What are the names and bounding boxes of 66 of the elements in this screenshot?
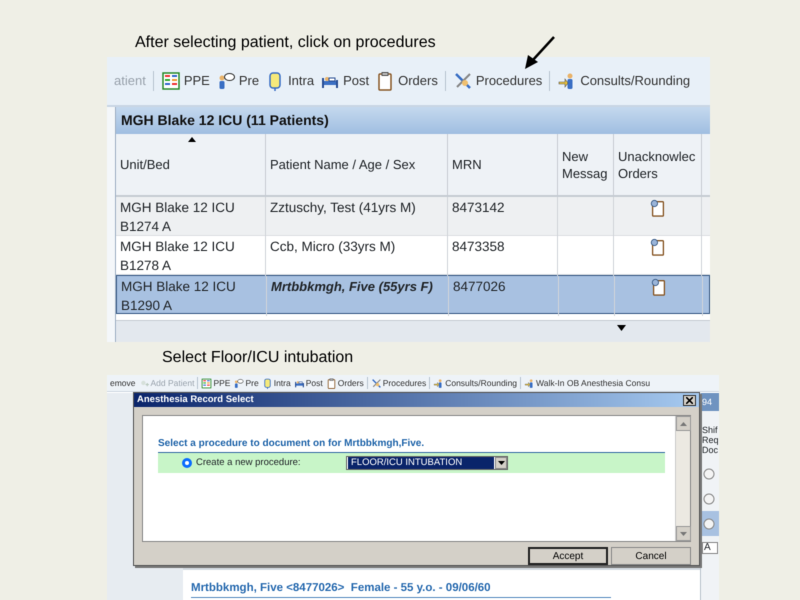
scroll-down-button[interactable] — [676, 526, 691, 541]
toolbar-button[interactable]: Pre — [214, 71, 262, 91]
radio-icon — [703, 492, 715, 504]
caret-icon — [498, 461, 504, 465]
scroll-up-button[interactable] — [676, 416, 691, 431]
patient-banner: Mrtbbkmgh, Five <8477026> Female - 55 y.o. - 09/06/60 — [191, 580, 611, 598]
toolbar-button[interactable]: Pre — [232, 376, 260, 390]
table-row[interactable]: MGH Blake 12 ICU B1278 A Ccb, Micro (33yrs M) 8473358 — [116, 236, 710, 275]
column-text: 94 — [702, 397, 712, 407]
toolbar-button[interactable]: PPE — [200, 376, 232, 390]
sort-icon — [188, 137, 196, 142]
person-icon — [433, 378, 444, 388]
toolbar-button[interactable]: Orders — [324, 376, 365, 390]
clipboard-icon — [648, 238, 666, 256]
tools-icon — [452, 71, 473, 91]
column-header[interactable]: New Messag — [558, 134, 614, 195]
grid-icon — [160, 71, 181, 91]
toolbar-button[interactable]: Walk-In OB Anesthesia Consu — [523, 376, 652, 390]
toolbar-button[interactable]: Post — [292, 376, 324, 390]
input-field[interactable]: A — [702, 542, 718, 554]
toolbar-button[interactable]: Post — [318, 71, 372, 91]
table-row[interactable]: MGH Blake 12 ICU B1274 A Zztuschy, Test (41yrs M) 8473142 — [116, 197, 710, 236]
clipboard-icon — [650, 278, 668, 296]
column-text: Doc — [702, 445, 718, 455]
toolbar-button[interactable]: PPE — [158, 71, 212, 91]
toolbar-button[interactable]: Procedures — [370, 376, 428, 390]
grid-title: MGH Blake 12 ICU (11 Patients) — [116, 107, 710, 134]
toolbar-button[interactable]: Consults/Rounding — [432, 376, 518, 390]
toolbar-button[interactable]: Procedures — [450, 71, 544, 91]
caption-text: Select Floor/ICU intubation — [162, 348, 354, 368]
tools-icon — [370, 378, 382, 388]
procedure-dropdown[interactable]: FLOOR/ICU INTUBATION — [346, 456, 508, 470]
radio-icon — [703, 518, 715, 530]
radio-button[interactable] — [182, 458, 192, 468]
radio-icon — [703, 468, 715, 480]
close-button[interactable] — [683, 394, 696, 406]
dialog-button[interactable]: Cancel — [611, 547, 691, 565]
caption-text: After selecting patient, click on procedures — [135, 33, 436, 53]
table-row[interactable] — [701, 511, 719, 536]
toolbar-button[interactable]: Intra — [260, 376, 292, 390]
person-speech-icon — [233, 378, 244, 388]
dropdown-button[interactable] — [495, 457, 507, 469]
dialog-title: Anesthesia Record Select — [137, 392, 254, 407]
column-header[interactable]: Patient Name / Age / Sex — [266, 134, 448, 195]
column-header[interactable]: Unacknowlec Orders — [614, 134, 702, 195]
caret-icon — [680, 532, 687, 536]
caret-icon — [680, 422, 687, 426]
clipboard-icon — [326, 378, 337, 388]
caret-icon — [617, 325, 626, 331]
clipboard-icon — [648, 199, 666, 218]
toolbar-button[interactable]: Consults/Rounding — [555, 71, 692, 91]
table-row[interactable]: MGH Blake 12 ICU B1290 A Mrtbbkmgh, Five (55yrs F) 8477026 — [116, 275, 710, 314]
close-icon — [686, 396, 693, 404]
column-text: Shif — [702, 425, 718, 435]
column-header[interactable]: MRN — [448, 134, 558, 195]
toolbar-button[interactable]: Orders — [373, 71, 440, 91]
person-icon — [524, 378, 536, 388]
grid-icon — [201, 378, 212, 388]
column-text: Req — [702, 435, 718, 445]
toolbar-button[interactable]: Intra — [263, 71, 316, 91]
radio-label: Create a new procedure: — [196, 456, 302, 470]
dialog-button[interactable]: Accept — [528, 547, 608, 565]
toolbar-button[interactable]: emove — [109, 376, 137, 390]
scrollbar[interactable] — [675, 416, 690, 541]
iv-bag-icon — [262, 378, 273, 388]
column-header[interactable]: Unit/Bed — [116, 134, 266, 195]
